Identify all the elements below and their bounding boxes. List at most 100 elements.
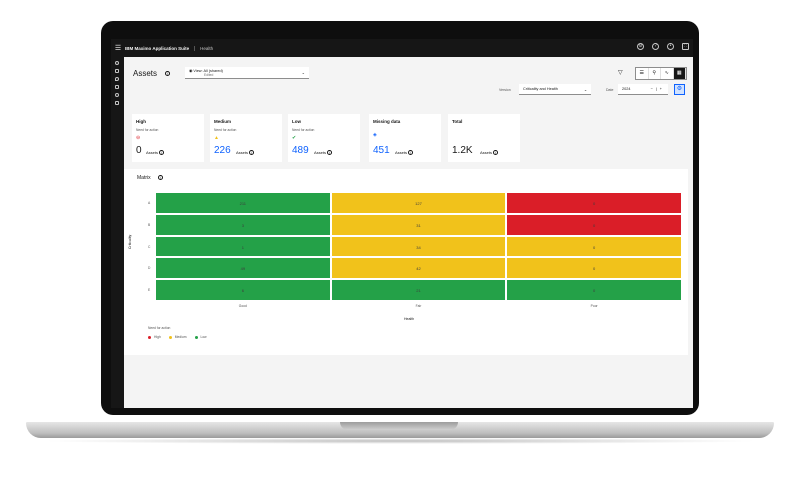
matrix-cell[interactable]: 127 (330, 192, 507, 214)
y-axis-label: Criticality (128, 234, 132, 249)
card-subtitle: Need for action (136, 128, 159, 132)
info-icon[interactable]: i (327, 150, 333, 156)
card-high[interactable]: High Need for action ⊖ 0 Assets i (132, 114, 204, 162)
laptop-notch (340, 422, 458, 430)
matrix-cell[interactable]: 0 (506, 192, 682, 214)
row-label: A (148, 200, 151, 205)
diamond-icon: ◈ (373, 132, 377, 138)
legend-item-high[interactable]: High (148, 335, 161, 339)
user-icon[interactable]: • (667, 43, 674, 50)
column-label: Fair (415, 304, 422, 308)
card-value: 451 (373, 145, 390, 156)
matrix-grid: 211 127 0 3 31 0 1 34 0 49 42 0 6 21 0 (155, 192, 682, 301)
matrix-cell[interactable]: 21 (330, 279, 507, 301)
brand-name[interactable]: IBM Maximo Application Suite (125, 45, 196, 51)
help-icon[interactable]: ? (652, 43, 659, 50)
matrix-cell[interactable]: 3 (155, 213, 331, 236)
version-value: Criticality and Health (523, 87, 558, 91)
info-icon[interactable]: i (158, 175, 164, 181)
matrix-cell[interactable]: 0 (506, 279, 682, 301)
matrix-cell[interactable]: 6 (155, 279, 331, 301)
version-label: Version (499, 88, 511, 92)
list-view-icon[interactable]: ☰ (636, 68, 649, 79)
card-total[interactable]: Total 1.2K Assets i (448, 114, 520, 162)
card-title: Missing data (373, 119, 401, 124)
card-value: 0 (136, 145, 142, 156)
chevron-down-icon: ⌄ (583, 88, 587, 92)
card-title: Total (452, 119, 463, 124)
chevron-down-icon: ⌄ (301, 70, 305, 75)
card-value: 1.2K (452, 145, 473, 156)
date-value: 2024 (622, 87, 631, 91)
page-title-text: Assets (133, 69, 158, 78)
search-icon[interactable] (115, 61, 119, 65)
view-selector[interactable]: ◉ View: All (shared) Edited ⌄ (185, 67, 309, 79)
card-missing-data[interactable]: Missing data ◈ 451 Assets i (369, 114, 441, 162)
card-medium[interactable]: Medium Need for action ▲ 226 Assets i (210, 114, 282, 162)
date-input[interactable]: 2024 −|+ (618, 84, 668, 95)
legend-item-medium[interactable]: Medium (168, 335, 187, 339)
warning-icon: ▲ (214, 135, 219, 141)
date-stepper[interactable]: −|+ (651, 87, 665, 91)
settings-icon[interactable]: ⚙ (637, 43, 644, 50)
card-subtitle: Need for action (292, 128, 315, 132)
card-unit: Assets i (236, 150, 255, 156)
chart-icon[interactable]: ∿ (661, 68, 674, 79)
filter-icon[interactable]: ▽ (618, 69, 623, 76)
legend-dot (168, 335, 172, 339)
row-label: D (148, 266, 151, 271)
app-screen: ☰ IBM Maximo Application Suite Health ⚙ … (111, 39, 693, 408)
matrix-cell[interactable]: 0 (506, 235, 682, 258)
info-icon[interactable]: i (493, 150, 499, 156)
wrench-icon[interactable] (115, 69, 119, 73)
column-label: Poor (590, 304, 598, 308)
view-toggle: ☰ ⚲ ∿ ▦ (635, 67, 687, 80)
card-title: High (136, 119, 146, 124)
x-axis-label: Health (404, 317, 415, 321)
matrix-cell[interactable]: 31 (330, 213, 507, 236)
matrix-cell[interactable]: 1 (155, 235, 331, 258)
matrix-title: Matrix i (137, 175, 164, 181)
card-unit: Assets i (314, 150, 333, 156)
card-unit: Assets i (395, 150, 414, 156)
view-icon[interactable] (115, 93, 119, 97)
matrix-icon[interactable]: ▦ (673, 68, 686, 79)
matrix-cell[interactable]: 42 (330, 257, 507, 280)
side-nav (111, 57, 124, 408)
version-dropdown[interactable]: Criticality and Health ⌄ (519, 84, 591, 95)
matrix-cell[interactable]: 49 (155, 257, 331, 280)
matrix-cell[interactable]: 211 (155, 192, 331, 214)
legend-title: Need for action (148, 326, 171, 330)
top-icons: ⚙ ? • ∷ (637, 43, 689, 50)
top-bar: ☰ IBM Maximo Application Suite Health ⚙ … (111, 39, 693, 57)
card-low[interactable]: Low Need for action ✔ 489 Assets i (288, 114, 360, 162)
matrix-cell[interactable]: 0 (506, 213, 682, 236)
apps-grid-icon[interactable]: ∷ (682, 43, 689, 50)
legend-item-low[interactable]: Low (194, 335, 207, 339)
settings-button[interactable]: ⚙ (674, 84, 685, 95)
list-icon[interactable] (115, 85, 119, 89)
swap-icon[interactable] (115, 101, 119, 105)
card-unit: Assets i (146, 150, 165, 156)
matrix-cell[interactable]: 34 (330, 235, 507, 258)
card-subtitle: Need for action (214, 128, 237, 132)
menu-icon[interactable]: ☰ (111, 44, 125, 52)
matrix-cell[interactable]: 0 (506, 257, 682, 280)
row-label: B (148, 222, 151, 227)
info-icon[interactable]: i (408, 150, 414, 156)
map-icon[interactable]: ⚲ (649, 68, 661, 79)
view-sub: Edited (204, 73, 214, 77)
page-title: Assets i (133, 69, 171, 78)
info-icon[interactable]: i (165, 71, 171, 77)
matrix-panel: Matrix i Criticality 211 127 0 3 31 0 1 34 0 49 42… (124, 169, 688, 355)
info-icon[interactable]: i (249, 150, 255, 156)
high-icon: ⊖ (136, 135, 141, 141)
breadcrumb[interactable]: Health (195, 46, 213, 51)
card-title: Low (292, 119, 301, 124)
card-unit: Assets i (480, 150, 499, 156)
check-icon: ✔ (292, 135, 297, 141)
location-icon[interactable] (115, 77, 119, 81)
card-value: 489 (292, 145, 309, 156)
column-label: Good (238, 304, 247, 308)
info-icon[interactable]: i (159, 150, 165, 156)
